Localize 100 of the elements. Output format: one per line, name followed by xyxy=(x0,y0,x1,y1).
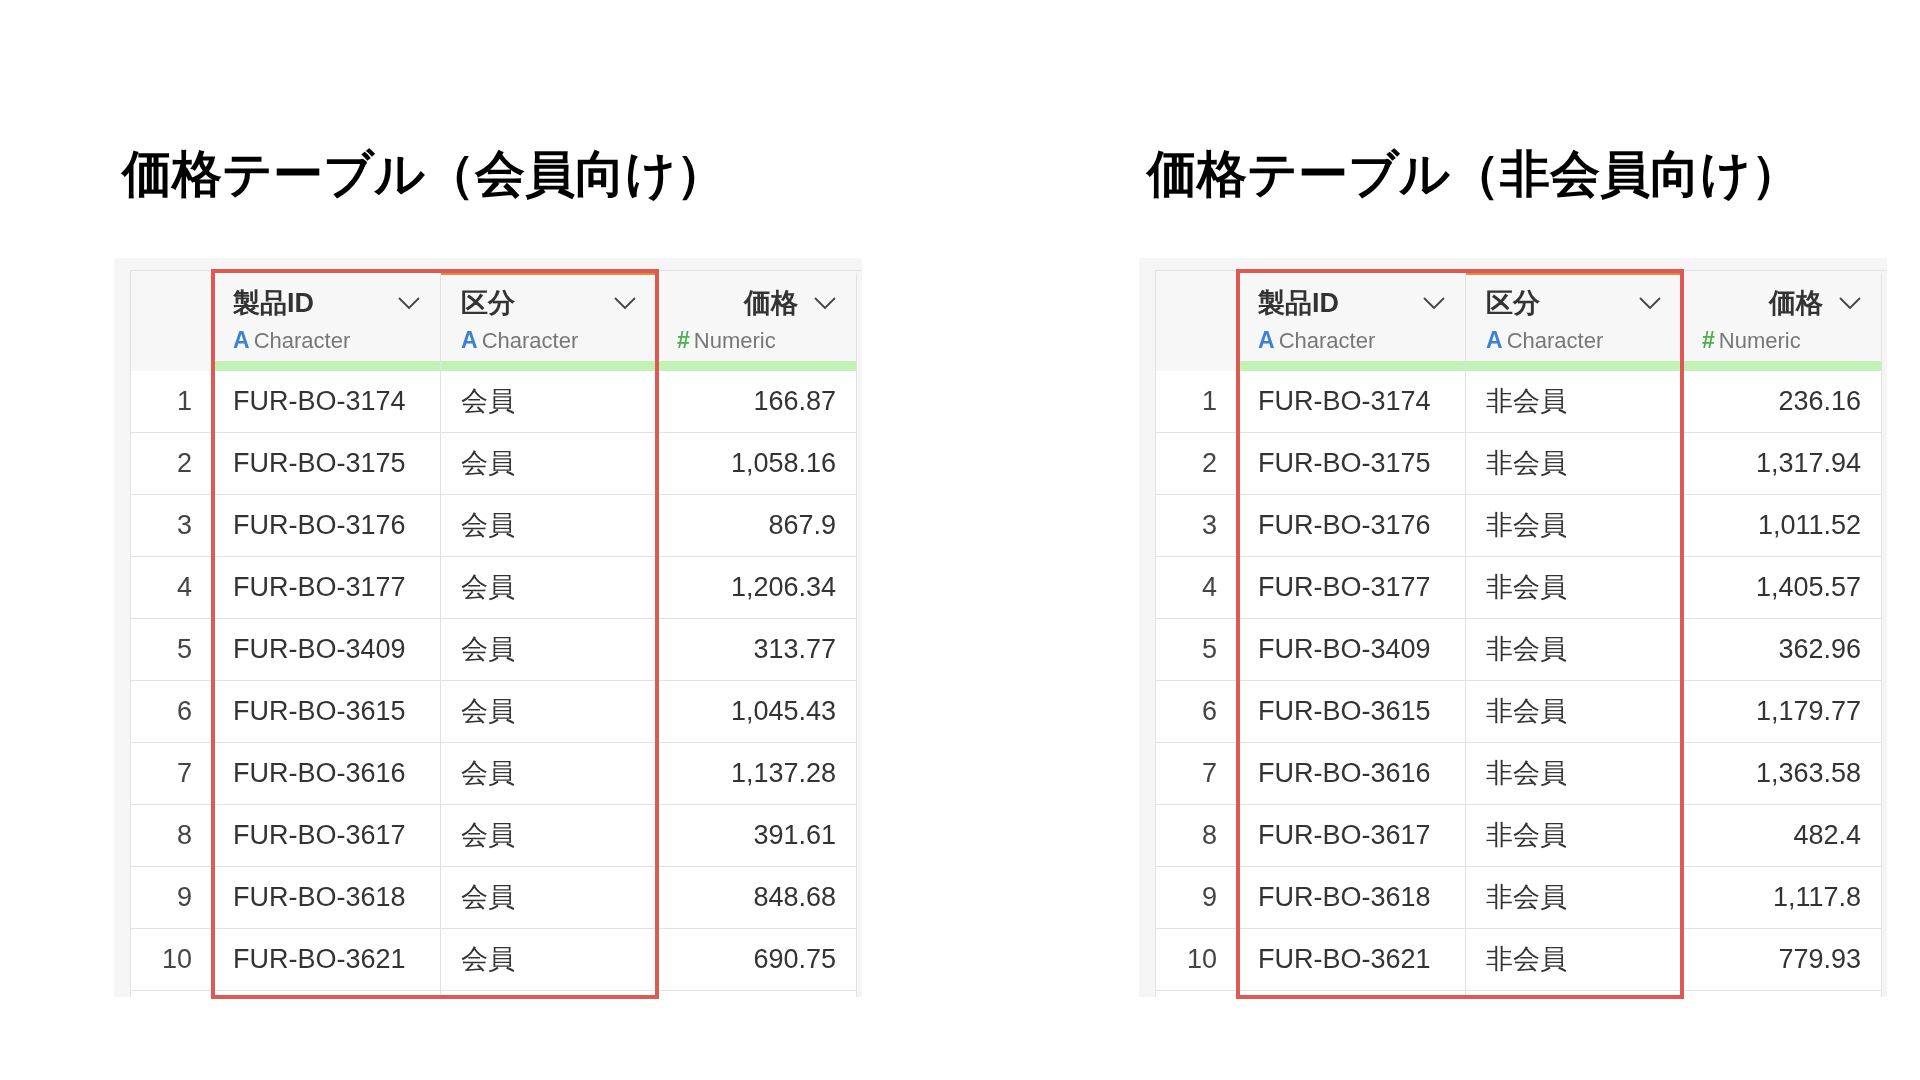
table-cell: 1,011.52 xyxy=(1682,495,1882,557)
table-cell: 非会員 xyxy=(1466,743,1682,805)
chevron-down-icon[interactable] xyxy=(1839,297,1861,309)
type-label: Character xyxy=(253,327,351,355)
table-cell: 非会員 xyxy=(1466,681,1682,743)
table-cell: FUR-BO-3617 xyxy=(213,805,441,867)
row-number: 1 xyxy=(131,371,213,433)
table-cell: 313.77 xyxy=(657,619,857,681)
row-number: 3 xyxy=(131,495,213,557)
table-cell: 非会員 xyxy=(1466,371,1682,433)
table-cell: 391.61 xyxy=(657,805,857,867)
chevron-down-icon[interactable] xyxy=(814,297,836,309)
table-cell: FUR-BO-3409 xyxy=(213,619,441,681)
column-header[interactable]: 区分 A Character xyxy=(441,271,657,371)
type-icon: A xyxy=(233,323,250,358)
type-label: Character xyxy=(1506,327,1604,355)
row-number: 10 xyxy=(131,929,213,991)
table-title: 価格テーブル（非会員向け） xyxy=(1147,145,1802,204)
column-header[interactable]: 価格 # Numeric xyxy=(657,271,857,371)
table-cell: 非会員 xyxy=(1466,495,1682,557)
row-number: 5 xyxy=(131,619,213,681)
table-cell: FUR-BO-3617 xyxy=(1238,805,1466,867)
row-number: 10 xyxy=(1156,929,1238,991)
type-label: Character xyxy=(481,327,579,355)
table-cell: FUR-BO-3409 xyxy=(1238,619,1466,681)
table-cell: FUR-BO-3175 xyxy=(1238,433,1466,495)
table-cell: 会員 xyxy=(441,743,657,805)
table-cell: 848.68 xyxy=(657,867,857,929)
row-number: 2 xyxy=(1156,433,1238,495)
type-label: Numeric xyxy=(1718,327,1801,355)
table-cell: 482.4 xyxy=(1682,805,1882,867)
row-number: 7 xyxy=(1156,743,1238,805)
table-cell: 1,179.77 xyxy=(1682,681,1882,743)
row-number: 4 xyxy=(131,557,213,619)
table-cell: FUR-BO-3615 xyxy=(213,681,441,743)
table-cell: FUR-BO-3177 xyxy=(1238,557,1466,619)
table-cell: 1,317.94 xyxy=(1682,433,1882,495)
table-cell: 会員 xyxy=(441,929,657,991)
row-number: 6 xyxy=(131,681,213,743)
type-icon: A xyxy=(1258,323,1275,358)
table-cell: 非会員 xyxy=(1466,805,1682,867)
table-cell: 会員 xyxy=(441,371,657,433)
chevron-down-icon[interactable] xyxy=(1639,297,1661,309)
table-cell: 1,058.16 xyxy=(657,433,857,495)
table-cell: FUR-BO-3618 xyxy=(213,867,441,929)
table-cell: FUR-BO-3615 xyxy=(1238,681,1466,743)
table-cell: FUR-BO-3621 xyxy=(1238,929,1466,991)
table-cell: 非会員 xyxy=(1466,433,1682,495)
column-header[interactable]: 製品ID A Character xyxy=(213,271,441,371)
row-number: 1 xyxy=(1156,371,1238,433)
column-header[interactable]: 区分 A Character xyxy=(1466,271,1682,371)
table-cell: 166.87 xyxy=(657,371,857,433)
table-cell: 非会員 xyxy=(1466,929,1682,991)
table-cell: 会員 xyxy=(441,805,657,867)
table-cell: FUR-BO-3176 xyxy=(1238,495,1466,557)
table-cell: 会員 xyxy=(441,681,657,743)
type-label: Numeric xyxy=(693,327,776,355)
type-icon: A xyxy=(461,323,478,358)
table-cell: 1,045.43 xyxy=(657,681,857,743)
column-name: 価格 xyxy=(744,287,798,319)
row-number: 6 xyxy=(1156,681,1238,743)
row-number: 2 xyxy=(131,433,213,495)
row-number: 8 xyxy=(1156,805,1238,867)
table-cell: FUR-BO-3618 xyxy=(1238,867,1466,929)
type-label: Character xyxy=(1278,327,1376,355)
table-cell: 非会員 xyxy=(1466,557,1682,619)
column-header[interactable]: 価格 # Numeric xyxy=(1682,271,1882,371)
column-name: 製品ID xyxy=(233,287,314,319)
column-name: 区分 xyxy=(1486,287,1540,319)
row-number: 4 xyxy=(1156,557,1238,619)
column-name: 区分 xyxy=(461,287,515,319)
row-number: 5 xyxy=(1156,619,1238,681)
row-number: 9 xyxy=(1156,867,1238,929)
type-icon: A xyxy=(1486,323,1503,358)
table-title: 価格テーブル（会員向け） xyxy=(122,145,727,204)
table-cell: FUR-BO-3175 xyxy=(213,433,441,495)
row-number: 7 xyxy=(131,743,213,805)
table-cell: FUR-BO-3621 xyxy=(213,929,441,991)
column-header[interactable]: 製品ID A Character xyxy=(1238,271,1466,371)
table-cell: 非会員 xyxy=(1466,867,1682,929)
row-number: 3 xyxy=(1156,495,1238,557)
table-cell: FUR-BO-3616 xyxy=(1238,743,1466,805)
table-cell: 1,405.57 xyxy=(1682,557,1882,619)
table-cell: 690.75 xyxy=(657,929,857,991)
table-cell: 867.9 xyxy=(657,495,857,557)
table-cell: 1,363.58 xyxy=(1682,743,1882,805)
table-cell: 会員 xyxy=(441,495,657,557)
chevron-down-icon[interactable] xyxy=(1423,297,1445,309)
table-cell: 会員 xyxy=(441,619,657,681)
table-cell: 236.16 xyxy=(1682,371,1882,433)
table-cell: 362.96 xyxy=(1682,619,1882,681)
table-cell: 1,117.8 xyxy=(1682,867,1882,929)
table-cell: FUR-BO-3174 xyxy=(213,371,441,433)
chevron-down-icon[interactable] xyxy=(614,297,636,309)
row-number: 9 xyxy=(131,867,213,929)
chevron-down-icon[interactable] xyxy=(398,297,420,309)
column-name: 価格 xyxy=(1769,287,1823,319)
table-cell: 779.93 xyxy=(1682,929,1882,991)
table-cell: FUR-BO-3177 xyxy=(213,557,441,619)
type-icon: # xyxy=(677,323,690,358)
